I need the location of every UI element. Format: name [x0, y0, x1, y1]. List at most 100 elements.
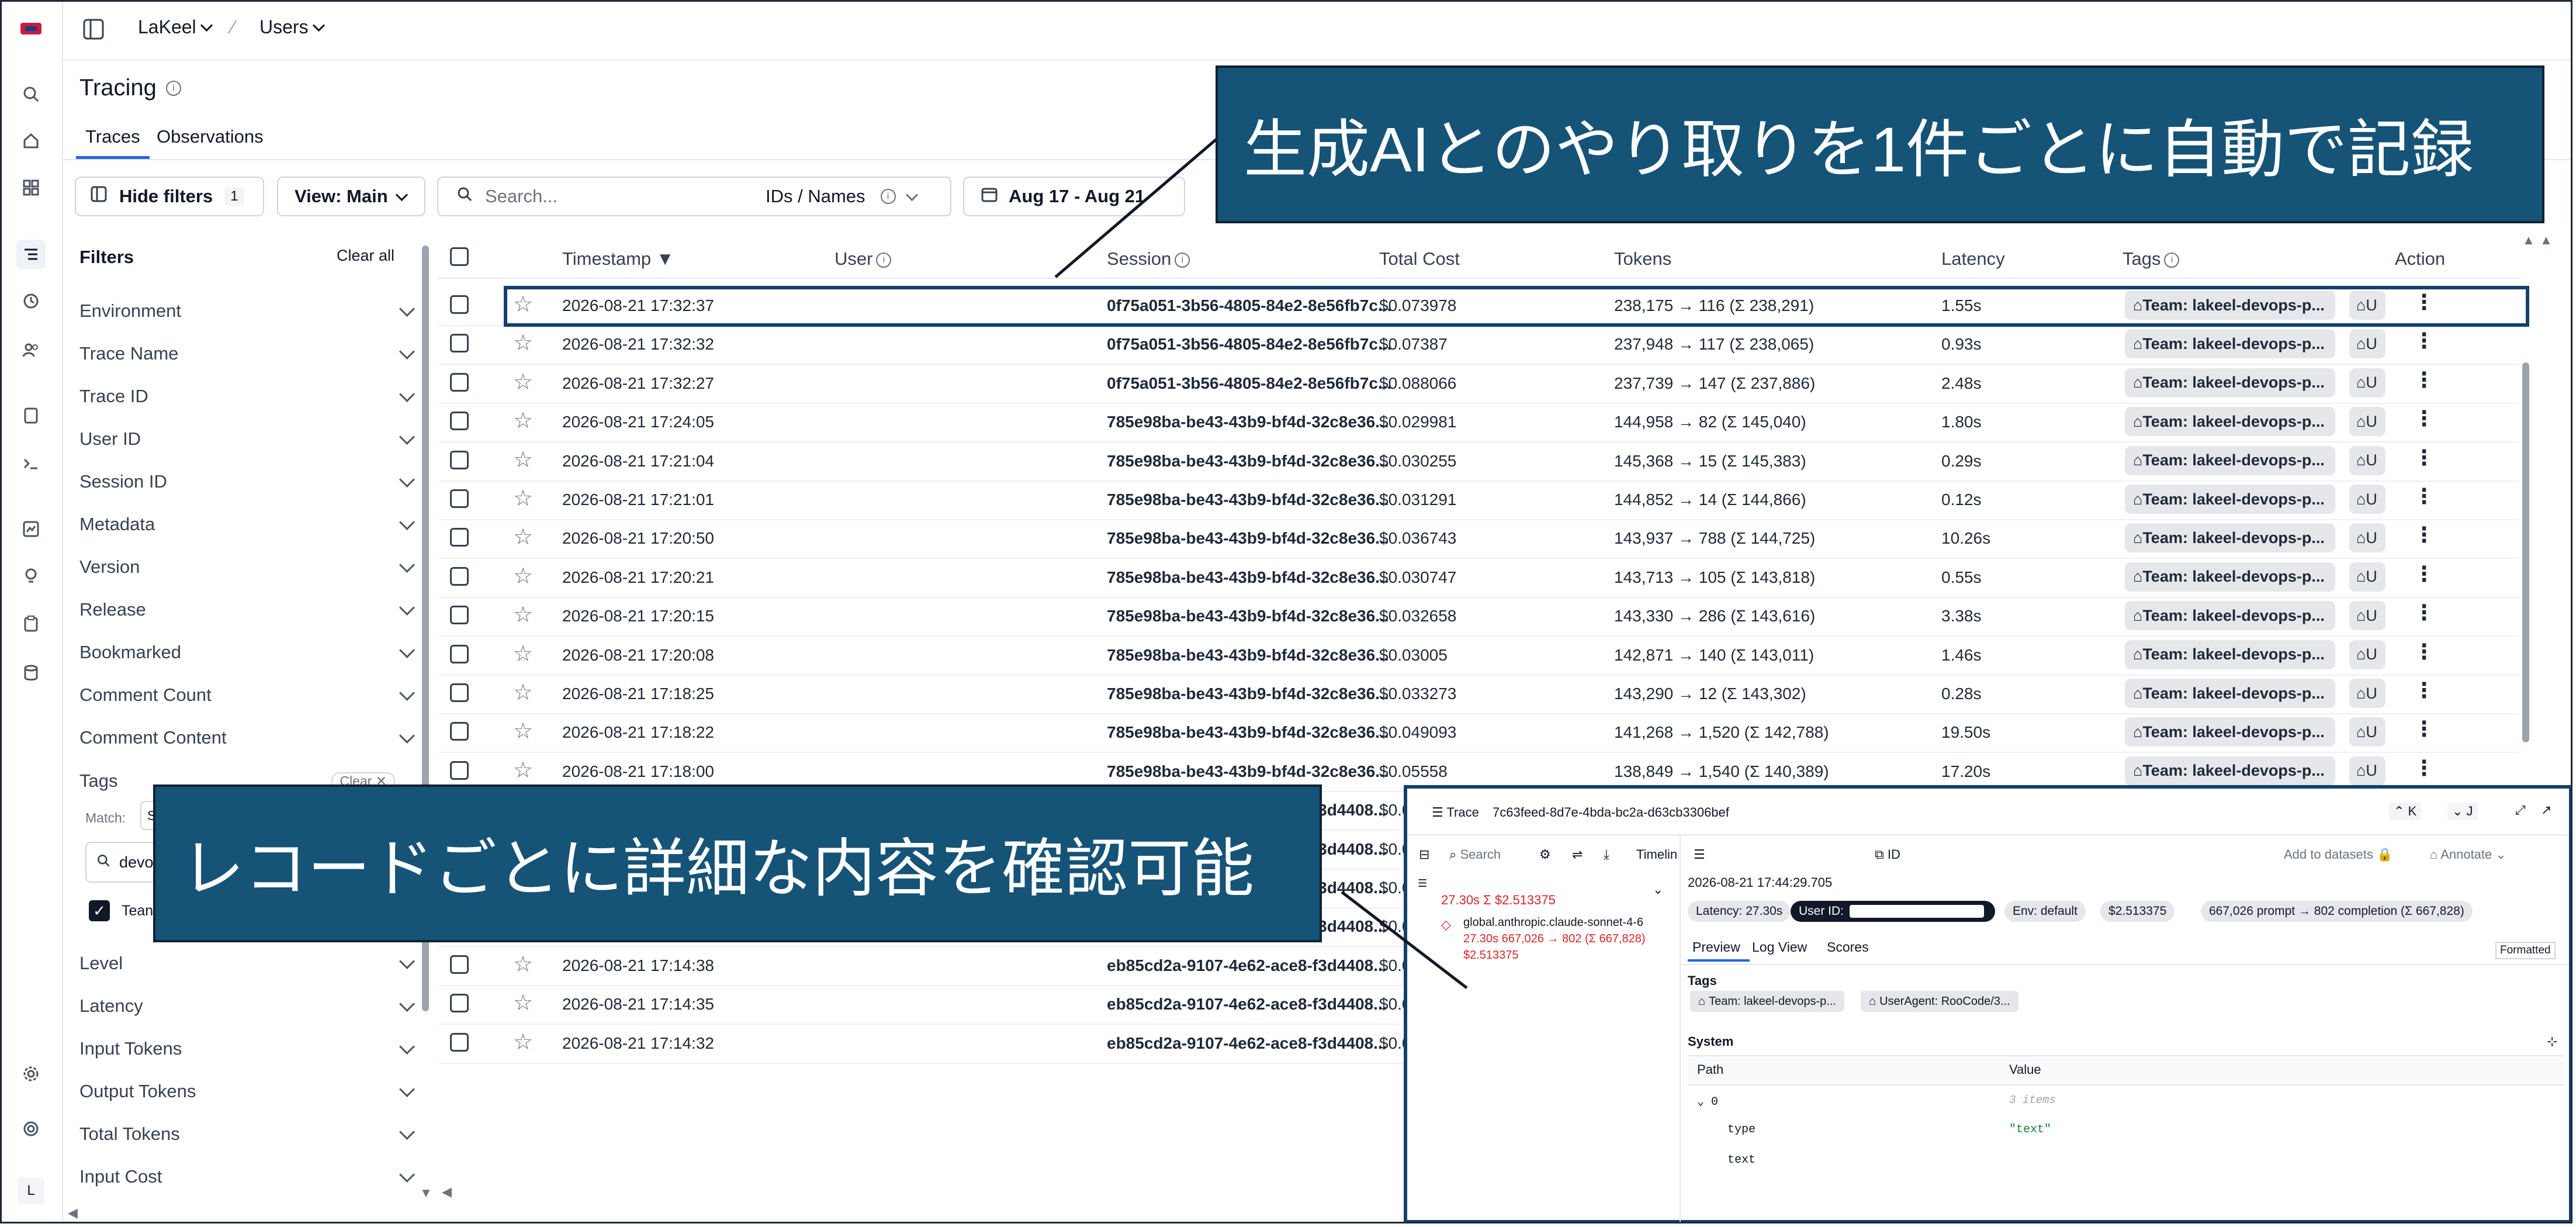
json-row-type[interactable]: type [1727, 1123, 1756, 1136]
more-actions-icon[interactable]: ⋮ [2414, 640, 2435, 664]
project-switcher[interactable]: Users [259, 16, 325, 38]
collapse-icon[interactable]: ⊟ [1419, 847, 1429, 862]
row-checkbox[interactable] [450, 761, 469, 780]
formatted-toggle[interactable]: Formatted [2495, 942, 2556, 959]
add-to-datasets-button[interactable]: Add to datasets 🔒 [2284, 847, 2393, 862]
tab-preview[interactable]: Preview [1692, 939, 1740, 955]
cell-session[interactable]: 785e98ba-be43-43b9-bf4d-32c8e36... [1107, 607, 1389, 625]
scroll-up-icon[interactable]: ▲ [2540, 233, 2553, 248]
filter-icon[interactable]: ⇌ [1572, 847, 1583, 862]
col-user[interactable]: User i [835, 248, 892, 269]
logo-icon[interactable] [16, 14, 46, 43]
open-external-icon[interactable]: ↗ [2541, 803, 2551, 818]
row-checkbox[interactable] [450, 955, 469, 974]
tab-scores[interactable]: Scores [1827, 939, 1869, 955]
cell-session[interactable]: 785e98ba-be43-43b9-bf4d-32c8e36... [1107, 490, 1389, 509]
table-row[interactable]: ☆ 2026-08-21 17:32:27 0f75a051-3b56-4805-8… [438, 364, 2519, 404]
table-row[interactable]: ☆ 2026-08-21 17:21:04 785e98ba-be43-43b9-b… [438, 442, 2519, 482]
scroll-down-icon[interactable]: ▼ [420, 1185, 432, 1201]
cell-session[interactable]: eb85cd2a-9107-4e62-ace8-f3d4408... [1107, 995, 1387, 1014]
search-box[interactable]: Search... IDs / Names i [437, 177, 951, 216]
support-icon[interactable] [16, 1114, 46, 1143]
tab-log-view[interactable]: Log View [1752, 939, 1807, 955]
more-actions-icon[interactable]: ⋮ [2414, 445, 2435, 470]
timeline-toggle[interactable]: Timelin [1636, 847, 1677, 862]
row-checkbox[interactable] [450, 994, 469, 1013]
filter-latency[interactable]: Latency [79, 988, 418, 1024]
user-avatar[interactable]: L [18, 1177, 44, 1204]
star-icon[interactable]: ☆ [513, 951, 533, 977]
tag-option-checkbox[interactable]: ✓ [89, 900, 110, 921]
hide-filters-button[interactable]: Hide filters 1 [75, 177, 264, 216]
star-icon[interactable]: ☆ [513, 718, 533, 744]
col-tags[interactable]: Tags i [2123, 248, 2180, 269]
filter-release[interactable]: Release [79, 592, 418, 627]
star-icon[interactable]: ☆ [513, 602, 533, 628]
row-checkbox[interactable] [450, 644, 469, 663]
search-input[interactable]: Search... [485, 186, 754, 207]
settings-icon[interactable]: ⚙ [1539, 847, 1551, 862]
annotate-button[interactable]: ⌂ Annotate ⌄ [2430, 847, 2506, 862]
table-row[interactable]: ☆ 2026-08-21 17:20:08 785e98ba-be43-43b9-b… [438, 636, 2519, 676]
star-icon[interactable]: ☆ [513, 485, 533, 511]
table-row[interactable]: ☆ 2026-08-21 17:20:50 785e98ba-be43-43b9-b… [438, 519, 2519, 559]
table-row[interactable]: ☆ 2026-08-21 17:18:25 785e98ba-be43-43b9-b… [438, 675, 2519, 714]
scroll-up-icon[interactable]: ▲ [2522, 233, 2535, 248]
star-icon[interactable]: ☆ [513, 757, 533, 783]
tab-traces[interactable]: Traces [85, 126, 140, 147]
id-button[interactable]: ⧉ ID [1875, 847, 1900, 862]
filter-session-id[interactable]: Session ID [79, 464, 418, 499]
cell-session[interactable]: 0f75a051-3b56-4805-84e2-8e56fb7c... [1107, 374, 1391, 393]
filter-version[interactable]: Version [79, 549, 418, 585]
users-icon[interactable] [16, 336, 46, 365]
tracing-icon[interactable] [16, 240, 46, 269]
more-actions-icon[interactable]: ⋮ [2414, 523, 2435, 547]
org-switcher[interactable]: LaKeel [138, 16, 213, 38]
table-row[interactable]: ☆ 2026-08-21 17:24:05 785e98ba-be43-43b9-b… [438, 403, 2519, 443]
star-icon[interactable]: ☆ [513, 679, 533, 706]
filter-level[interactable]: Level [79, 946, 418, 981]
row-checkbox[interactable] [450, 606, 469, 625]
more-actions-icon[interactable]: ⋮ [2414, 678, 2435, 703]
cell-session[interactable]: 785e98ba-be43-43b9-bf4d-32c8e36... [1107, 413, 1389, 431]
row-checkbox[interactable] [450, 528, 469, 547]
row-checkbox[interactable] [450, 372, 469, 392]
scores-icon[interactable] [16, 514, 46, 544]
cell-session[interactable]: 0f75a051-3b56-4805-84e2-8e56fb7c... [1107, 335, 1391, 354]
filter-total-tokens[interactable]: Total Tokens [79, 1117, 418, 1152]
row-checkbox[interactable] [450, 683, 469, 702]
database-icon[interactable] [16, 658, 46, 687]
table-row[interactable]: ☆ 2026-08-21 17:21:01 785e98ba-be43-43b9-b… [438, 481, 2519, 520]
more-actions-icon[interactable]: ⋮ [2414, 484, 2435, 509]
star-icon[interactable]: ☆ [513, 524, 533, 550]
filter-output-tokens[interactable]: Output Tokens [79, 1074, 418, 1109]
lightbulb-icon[interactable] [16, 561, 46, 590]
prev-trace-button[interactable]: ⌃ K [2389, 803, 2422, 820]
star-icon[interactable]: ☆ [513, 990, 533, 1016]
row-checkbox[interactable] [450, 722, 469, 741]
sessions-icon[interactable] [16, 286, 46, 316]
trace-id[interactable]: 7c63feed-8d7e-4bda-bc2a-d63cb3306bef [1493, 805, 1729, 820]
more-actions-icon[interactable]: ⋮ [2414, 329, 2435, 353]
filter-bookmarked[interactable]: Bookmarked [79, 635, 418, 670]
table-row[interactable]: ☆ 2026-08-21 17:20:15 785e98ba-be43-43b9-b… [438, 597, 2519, 637]
search-mode-label[interactable]: IDs / Names [766, 186, 865, 207]
col-tokens[interactable]: Tokens [1614, 248, 1671, 269]
star-icon[interactable]: ☆ [513, 407, 533, 434]
filter-input-tokens[interactable]: Input Tokens [79, 1031, 418, 1066]
cell-session[interactable]: 785e98ba-be43-43b9-bf4d-32c8e36... [1107, 529, 1389, 548]
expand-icon[interactable]: ⤢ [2515, 803, 2526, 818]
table-row[interactable]: ☆ 2026-08-21 17:18:22 785e98ba-be43-43b9-b… [438, 713, 2519, 754]
download-icon[interactable]: ⤓ [1604, 847, 1609, 862]
json-row-text[interactable]: text [1727, 1153, 1756, 1167]
star-icon[interactable]: ☆ [513, 369, 533, 395]
span-name[interactable]: global.anthropic.claude-sonnet-4-6 [1463, 916, 1643, 929]
row-checkbox[interactable] [450, 295, 469, 314]
user-id-pill[interactable]: User ID: [1791, 901, 1995, 922]
star-icon[interactable]: ☆ [513, 330, 533, 356]
dashboard-icon[interactable] [16, 173, 46, 202]
view-selector[interactable]: View: Main [277, 177, 425, 216]
filter-metadata[interactable]: Metadata [79, 507, 418, 542]
more-actions-icon[interactable]: ⋮ [2414, 756, 2435, 780]
row-checkbox[interactable] [450, 334, 469, 353]
